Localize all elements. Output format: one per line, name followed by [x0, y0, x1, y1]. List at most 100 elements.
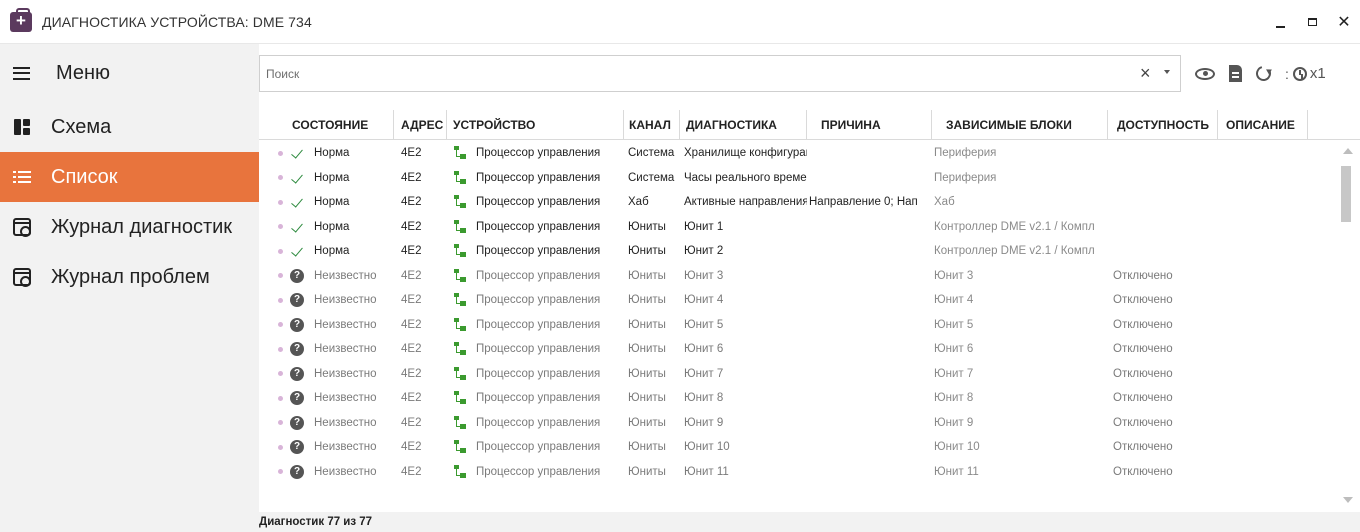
state-text: Неизвестно	[314, 416, 377, 429]
cell-channel: Юниты	[628, 318, 666, 331]
cell-state: ? Неизвестно	[290, 264, 394, 289]
dot-icon	[278, 273, 283, 279]
question-icon: ?	[290, 464, 304, 479]
menu-label: Меню	[56, 61, 111, 84]
state-text: Неизвестно	[314, 269, 377, 282]
cell-availability: Отключено	[1113, 343, 1173, 356]
device-text: Процессор управления	[476, 343, 601, 356]
table-row[interactable]: ? Неизвестно 4E2 Процессор управления Юниты Ю…	[259, 411, 1335, 436]
sidebar-item-label: Журнал диагностик	[51, 215, 233, 238]
cell-channel: Юниты	[628, 245, 666, 258]
table-row[interactable]: ? Неизвестно 4E2 Процессор управления Юниты Ю…	[259, 337, 1335, 362]
hamburger-icon	[13, 66, 30, 80]
export-button[interactable]	[1229, 65, 1242, 82]
scroll-down-icon[interactable]	[1343, 497, 1353, 503]
state-text: Норма	[314, 245, 350, 258]
cell-dependent: Юнит 5	[934, 318, 974, 331]
dot-icon	[278, 150, 283, 156]
table-row[interactable]: ? Неизвестно 4E2 Процессор управления Юниты Ю…	[259, 386, 1335, 411]
table-row[interactable]: ? Неизвестно 4E2 Процессор управления Юниты Ю…	[259, 362, 1335, 387]
cell-diagnostic: Юнит 10	[684, 441, 730, 454]
cell-dependent: Хаб	[934, 196, 955, 209]
search-input[interactable]	[260, 56, 1100, 91]
table-row[interactable]: ? Неизвестно 4E2 Процессор управления Юниты Ю…	[259, 313, 1335, 338]
check-icon	[290, 145, 306, 161]
hierarchy-icon	[453, 317, 467, 332]
cell-channel: Юниты	[628, 294, 666, 307]
header-availability[interactable]: ДОСТУПНОСТЬ	[1108, 110, 1218, 140]
cell-diagnostic: Юнит 5	[684, 318, 724, 331]
search-bar: ×	[259, 55, 1181, 92]
cell-address: 4E2	[401, 343, 422, 356]
close-button[interactable]: ✕	[1328, 6, 1360, 38]
sidebar-item-list[interactable]: Список	[0, 152, 259, 202]
header-description[interactable]: ОПИСАНИЕ	[1218, 110, 1308, 140]
sidebar-item-problems-journal[interactable]: Журнал проблем	[0, 252, 259, 302]
table-row[interactable]: ? Неизвестно 4E2 Процессор управления Юниты Ю…	[259, 288, 1335, 313]
minimize-icon	[1275, 26, 1285, 28]
cell-device: Процессор управления	[447, 215, 624, 240]
cell-state: ? Неизвестно	[290, 288, 394, 313]
header-dependent[interactable]: ЗАВИСИМЫЕ БЛОКИ	[932, 110, 1108, 140]
header-channel[interactable]: КАНАЛ	[624, 110, 680, 140]
cell-channel: Юниты	[628, 392, 666, 405]
refresh-interval-button[interactable]: : x1	[1285, 65, 1326, 82]
table-row[interactable]: Норма 4E2 Процессор управления Система Храни…	[259, 141, 1335, 166]
header-reason[interactable]: ПРИЧИНА	[807, 110, 932, 140]
sidebar-item-label: Список	[51, 165, 118, 188]
cell-reason	[807, 166, 932, 191]
cell-description	[1218, 435, 1308, 460]
cell-device: Процессор управления	[447, 435, 624, 460]
clock-icon	[1292, 66, 1307, 81]
table-row[interactable]: Норма 4E2 Процессор управления Система Часы …	[259, 166, 1335, 191]
view-button[interactable]	[1195, 67, 1215, 80]
cell-state: ? Неизвестно	[290, 386, 394, 411]
table-row[interactable]: Норма 4E2 Процессор управления Юниты Юнит 2 К…	[259, 239, 1335, 264]
table-row[interactable]: ? Неизвестно 4E2 Процессор управления Юниты Ю…	[259, 435, 1335, 460]
state-text: Норма	[314, 220, 350, 233]
cell-channel: Система	[628, 171, 675, 184]
scroll-up-icon[interactable]	[1343, 148, 1353, 154]
cell-description	[1218, 166, 1308, 191]
cell-state: ? Неизвестно	[290, 337, 394, 362]
table-row[interactable]: Норма 4E2 Процессор управления Хаб Активные …	[259, 190, 1335, 215]
cell-reason	[807, 386, 932, 411]
maximize-button[interactable]	[1296, 6, 1328, 38]
vertical-scrollbar[interactable]	[1339, 141, 1357, 512]
minimize-button[interactable]	[1264, 6, 1296, 38]
cell-diagnostic: Хранилище конфигурац	[684, 147, 807, 160]
hierarchy-icon	[453, 415, 467, 430]
cell-description	[1218, 215, 1308, 240]
clear-search-icon[interactable]: ×	[1140, 64, 1151, 82]
hierarchy-icon	[453, 440, 467, 454]
check-icon	[290, 170, 306, 186]
header-device[interactable]: УСТРОЙСТВО	[447, 110, 624, 140]
menu-toggle-button[interactable]: Меню	[0, 44, 259, 102]
hierarchy-icon	[453, 366, 467, 381]
header-diagnostic[interactable]: ДИАГНОСТИКА	[680, 110, 807, 140]
cell-dependent: Юнит 7	[934, 367, 974, 380]
cell-device: Процессор управления	[447, 337, 624, 362]
cell-diagnostic: Юнит 8	[684, 392, 724, 405]
chevron-down-icon[interactable]	[1164, 70, 1170, 74]
header-spacer	[259, 110, 290, 140]
sidebar-item-diagnostics-journal[interactable]: Журнал диагностик	[0, 202, 259, 252]
scroll-thumb[interactable]	[1341, 166, 1351, 222]
refresh-button[interactable]	[1253, 63, 1274, 84]
device-text: Процессор управления	[476, 220, 601, 233]
table-row[interactable]: ? Неизвестно 4E2 Процессор управления Юниты Ю…	[259, 460, 1335, 485]
cell-description	[1218, 337, 1308, 362]
table-row[interactable]: ? Неизвестно 4E2 Процессор управления Юниты Ю…	[259, 264, 1335, 289]
refresh-icon	[1253, 63, 1274, 84]
question-icon: ?	[290, 366, 304, 381]
cell-availability: Отключено	[1113, 441, 1173, 454]
table-row[interactable]: Норма 4E2 Процессор управления Юниты Юнит 1 К…	[259, 215, 1335, 240]
sidebar-item-scheme[interactable]: Схема	[0, 102, 259, 152]
header-state[interactable]: СОСТОЯНИЕ	[290, 110, 394, 140]
cell-device: Процессор управления	[447, 288, 624, 313]
dot-icon	[278, 346, 283, 352]
question-icon: ?	[290, 440, 304, 455]
dot-icon	[278, 395, 283, 401]
cell-channel: Юниты	[628, 367, 666, 380]
header-address[interactable]: АДРЕС	[394, 110, 447, 140]
